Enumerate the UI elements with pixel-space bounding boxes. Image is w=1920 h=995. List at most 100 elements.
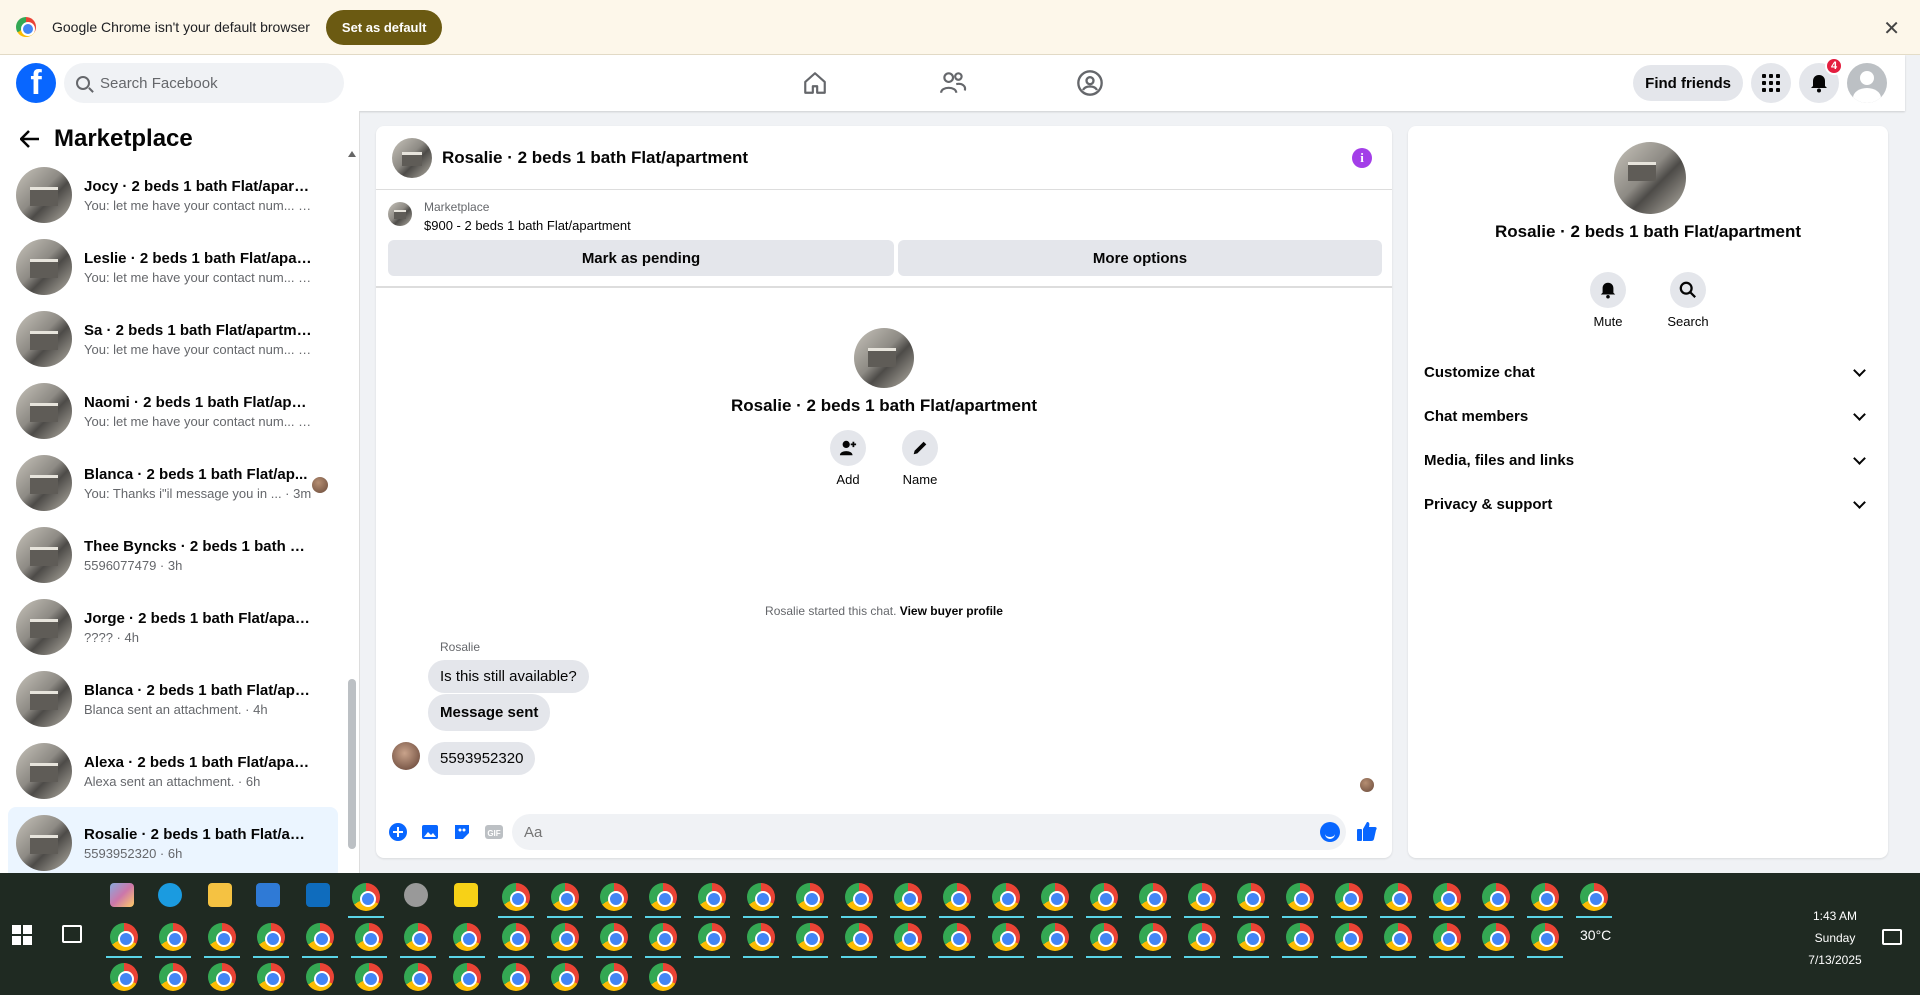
chrome-window-icon[interactable] <box>1335 883 1363 911</box>
chrome-window-icon[interactable] <box>208 963 236 991</box>
chrome-window-icon[interactable] <box>404 963 432 991</box>
chrome-window-icon[interactable] <box>453 923 481 951</box>
gif-icon[interactable]: GIF <box>484 822 504 842</box>
chrome-window-icon[interactable] <box>257 963 285 991</box>
like-icon[interactable] <box>1356 820 1378 846</box>
chrome-window-icon[interactable] <box>943 923 971 951</box>
chrome-window-icon[interactable] <box>1384 923 1412 951</box>
chrome-window-icon[interactable] <box>1139 883 1167 911</box>
conversation-item[interactable]: Blanca · 2 beds 1 bath Flat/ap... You: Th… <box>8 447 338 519</box>
chrome-window-icon[interactable] <box>159 963 187 991</box>
chrome-window-icon[interactable] <box>600 923 628 951</box>
chrome-window-icon[interactable] <box>698 923 726 951</box>
chrome-window-icon[interactable] <box>355 923 383 951</box>
app-icon[interactable] <box>404 883 428 907</box>
chrome-window-icon[interactable] <box>551 923 579 951</box>
home-icon[interactable] <box>797 65 833 101</box>
info-icon[interactable]: i <box>1352 148 1372 168</box>
sidebar-scrollbar[interactable] <box>348 151 356 917</box>
chrome-window-icon[interactable] <box>1286 923 1314 951</box>
chrome-window-icon[interactable] <box>894 923 922 951</box>
conversation-item[interactable]: Blanca · 2 beds 1 bath Flat/apart... Blan… <box>8 663 338 735</box>
chrome-window-icon[interactable] <box>943 883 971 911</box>
chrome-window-icon[interactable] <box>1188 923 1216 951</box>
search-input[interactable]: Search Facebook <box>64 63 344 103</box>
conversation-item[interactable]: Naomi · 2 beds 1 bath Flat/apart... You: … <box>8 375 338 447</box>
plus-circle-icon[interactable] <box>388 822 408 842</box>
chrome-window-icon[interactable] <box>649 963 677 991</box>
copilot-icon[interactable] <box>110 883 134 907</box>
chrome-window-icon[interactable] <box>1139 923 1167 951</box>
friends-icon[interactable] <box>935 65 971 101</box>
store-icon[interactable] <box>256 883 280 907</box>
chrome-window-icon[interactable] <box>1041 883 1069 911</box>
find-friends-button[interactable]: Find friends <box>1633 65 1743 101</box>
groups-icon[interactable] <box>1072 65 1108 101</box>
photo-icon[interactable] <box>420 822 440 842</box>
chrome-window-icon[interactable] <box>845 923 873 951</box>
chat-members-section[interactable]: Chat members <box>1424 394 1872 438</box>
customize-chat-section[interactable]: Customize chat <box>1424 350 1872 394</box>
listing-thumbnail[interactable] <box>388 202 412 226</box>
chrome-window-icon[interactable] <box>306 963 334 991</box>
chrome-window-icon[interactable] <box>796 923 824 951</box>
outlook-icon[interactable] <box>306 883 330 907</box>
chrome-window-icon[interactable] <box>747 883 775 911</box>
media-files-links-section[interactable]: Media, files and links <box>1424 438 1872 482</box>
emoji-icon[interactable] <box>1320 822 1340 842</box>
chrome-window-icon[interactable] <box>453 963 481 991</box>
set-as-default-button[interactable]: Set as default <box>325 9 443 45</box>
chrome-window-icon[interactable] <box>1090 883 1118 911</box>
chrome-window-icon[interactable] <box>502 923 530 951</box>
chrome-window-icon[interactable] <box>649 923 677 951</box>
conversation-item[interactable]: Thee Byncks · 2 beds 1 bath Flat... 55960… <box>8 519 338 591</box>
mute-button[interactable]: Mute <box>1584 272 1632 329</box>
mark-as-pending-button[interactable]: Mark as pending <box>388 240 894 276</box>
chrome-window-icon[interactable] <box>600 963 628 991</box>
chrome-window-icon[interactable] <box>208 923 236 951</box>
search-button[interactable]: Search <box>1664 272 1712 329</box>
account-avatar[interactable] <box>1847 63 1887 103</box>
clock[interactable]: 1:43 AM Sunday 7/13/2025 <box>1800 905 1870 971</box>
chrome-window-icon[interactable] <box>600 883 628 911</box>
conversation-item[interactable]: Jocy · 2 beds 1 bath Flat/apartm... You: … <box>8 159 338 231</box>
conversation-item[interactable]: Sa · 2 beds 1 bath Flat/apartment You: le… <box>8 303 338 375</box>
chrome-window-icon[interactable] <box>1041 923 1069 951</box>
chrome-window-icon[interactable] <box>1384 883 1412 911</box>
chrome-window-icon[interactable] <box>747 923 775 951</box>
chrome-window-icon[interactable] <box>1433 923 1461 951</box>
chrome-window-icon[interactable] <box>551 963 579 991</box>
chrome-window-icon[interactable] <box>1335 923 1363 951</box>
chrome-window-icon[interactable] <box>1090 923 1118 951</box>
edge-icon[interactable] <box>158 883 182 907</box>
chrome-window-icon[interactable] <box>796 883 824 911</box>
chrome-window-icon[interactable] <box>1188 883 1216 911</box>
chrome-window-icon[interactable] <box>992 883 1020 911</box>
chrome-window-icon[interactable] <box>110 923 138 951</box>
close-icon[interactable]: ✕ <box>1883 16 1900 41</box>
chrome-window-icon[interactable] <box>1433 883 1461 911</box>
listing-price-title[interactable]: $900 - 2 beds 1 bath Flat/apartment <box>424 218 631 233</box>
chrome-window-icon[interactable] <box>992 923 1020 951</box>
chrome-window-icon[interactable] <box>159 923 187 951</box>
chrome-window-icon[interactable] <box>502 883 530 911</box>
chrome-window-icon[interactable] <box>352 883 380 911</box>
chrome-window-icon[interactable] <box>698 883 726 911</box>
notification-center-icon[interactable] <box>1882 929 1902 945</box>
sticky-notes-icon[interactable] <box>454 883 478 907</box>
chrome-window-icon[interactable] <box>1286 883 1314 911</box>
facebook-logo[interactable]: f <box>16 63 56 103</box>
message-input[interactable] <box>512 814 1346 850</box>
chat-avatar[interactable] <box>392 137 432 178</box>
sticker-icon[interactable] <box>452 822 472 842</box>
conversation-item[interactable]: Leslie · 2 beds 1 bath Flat/apart... You:… <box>8 231 338 303</box>
file-explorer-icon[interactable] <box>208 883 232 907</box>
more-options-button[interactable]: More options <box>898 240 1382 276</box>
name-button[interactable]: Name <box>896 430 944 487</box>
chrome-window-icon[interactable] <box>110 963 138 991</box>
chrome-window-icon[interactable] <box>1237 883 1265 911</box>
chrome-window-icon[interactable] <box>1237 923 1265 951</box>
chrome-window-icon[interactable] <box>404 923 432 951</box>
chrome-window-icon[interactable] <box>551 883 579 911</box>
chrome-window-icon[interactable] <box>649 883 677 911</box>
